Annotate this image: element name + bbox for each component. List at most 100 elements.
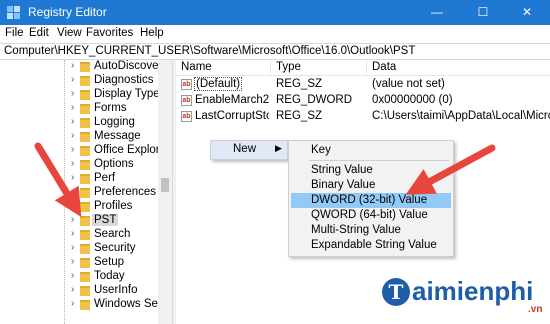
folder-icon: [80, 244, 90, 254]
expand-chevron-icon[interactable]: ›: [71, 172, 74, 183]
tree-item[interactable]: › Display Types: [0, 88, 165, 102]
expand-chevron-icon[interactable]: ›: [71, 88, 74, 99]
value-type: REG_SZ: [276, 78, 323, 90]
submenu-item[interactable]: Expandable String Value: [291, 238, 451, 253]
folder-icon: [80, 104, 90, 114]
context-menu: New ▶: [210, 140, 288, 160]
close-button[interactable]: ✕: [504, 0, 550, 25]
value-row[interactable]: abLastCorruptStore REG_SZ C:\Users\taimi\A…: [176, 109, 550, 125]
tree-item-label: Perf: [94, 172, 116, 184]
tree-item[interactable]: › Perf: [0, 172, 160, 186]
submenu-arrow-icon: ▶: [275, 143, 282, 153]
tree-item[interactable]: › PST: [0, 214, 160, 228]
folder-icon: [80, 188, 90, 198]
folder-icon: [80, 258, 90, 268]
title-bar: Registry Editor — ☐ ✕: [0, 0, 550, 25]
folder-icon: [80, 118, 90, 128]
column-name[interactable]: Name: [181, 61, 212, 73]
submenu-item[interactable]: Multi-String Value: [291, 223, 451, 238]
tree-item-label: Message: [94, 130, 141, 142]
tree-item[interactable]: › Setup: [0, 256, 160, 270]
list-header: Name Type Data: [176, 60, 550, 76]
watermark-text: aimienphi: [412, 276, 534, 306]
registry-editor-icon: [7, 6, 20, 19]
expand-chevron-icon[interactable]: ›: [71, 144, 74, 155]
expand-chevron-icon[interactable]: ›: [71, 298, 74, 309]
submenu-item[interactable]: QWORD (64-bit) Value: [291, 208, 451, 223]
string-value-icon: ab: [181, 95, 192, 106]
value-name[interactable]: (Default): [193, 77, 243, 91]
tree-item[interactable]: › Message: [0, 130, 160, 144]
tree-item[interactable]: › UserInfo: [0, 284, 160, 298]
submenu-item[interactable]: String Value: [291, 163, 451, 178]
submenu-item[interactable]: Key: [291, 143, 451, 158]
menu-view[interactable]: View: [57, 27, 82, 39]
value-name[interactable]: LastCorruptStore: [195, 110, 269, 122]
folder-icon: [80, 62, 90, 72]
tree-item[interactable]: › Profiles: [0, 200, 160, 214]
expand-chevron-icon[interactable]: ›: [71, 214, 74, 225]
expand-chevron-icon[interactable]: ›: [71, 256, 74, 267]
tree-item[interactable]: › Security: [0, 242, 160, 256]
tree-item[interactable]: › Office Explorer: [0, 144, 170, 158]
menu-item-new[interactable]: New ▶: [211, 141, 287, 159]
tree-item[interactable]: › Search: [0, 228, 160, 242]
expand-chevron-icon[interactable]: ›: [71, 60, 74, 71]
menu-bar: File Edit View Favorites Help: [0, 25, 550, 43]
expand-chevron-icon[interactable]: ›: [71, 270, 74, 281]
folder-icon: [80, 272, 90, 282]
submenu-item[interactable]: Binary Value: [291, 178, 451, 193]
tree-item-label: Search: [94, 228, 131, 240]
address-path[interactable]: Computer\HKEY_CURRENT_USER\Software\Micr…: [4, 45, 415, 57]
column-data[interactable]: Data: [372, 61, 396, 73]
value-row[interactable]: abEnableMarch201... REG_DWORD 0x00000000 (…: [176, 93, 550, 109]
tree-item[interactable]: › Windows Searc: [0, 298, 172, 312]
tree-scrollbar[interactable]: [158, 60, 172, 324]
tree-item-label: Today: [94, 270, 125, 282]
expand-chevron-icon[interactable]: ›: [71, 228, 74, 239]
value-data: C:\Users\taimi\AppData\Local\Microsoft\: [372, 110, 550, 122]
expand-chevron-icon[interactable]: ›: [71, 102, 74, 113]
menu-file[interactable]: File: [5, 27, 24, 39]
tree-item[interactable]: › Today: [0, 270, 160, 284]
tree-item[interactable]: › Preferences: [0, 186, 160, 200]
column-divider[interactable]: [270, 60, 271, 76]
key-tree[interactable]: › AutoDiscover › Diagnostics › Display Types ›…: [0, 60, 172, 324]
expand-chevron-icon[interactable]: ›: [71, 242, 74, 253]
value-type: REG_DWORD: [276, 94, 353, 106]
tree-item-label: Setup: [94, 256, 125, 268]
column-type[interactable]: Type: [276, 61, 301, 73]
address-bar[interactable]: Computer\HKEY_CURRENT_USER\Software\Micr…: [0, 43, 550, 60]
tree-scrollbar-thumb[interactable]: [161, 178, 169, 192]
expand-chevron-icon[interactable]: ›: [71, 284, 74, 295]
expand-chevron-icon[interactable]: ›: [71, 116, 74, 127]
maximize-button[interactable]: ☐: [460, 0, 506, 25]
tree-item[interactable]: › Forms: [0, 102, 160, 116]
tree-item-label: UserInfo: [94, 284, 138, 296]
menu-edit[interactable]: Edit: [29, 27, 49, 39]
value-name[interactable]: EnableMarch201...: [195, 94, 269, 106]
menu-help[interactable]: Help: [140, 27, 164, 39]
tree-item[interactable]: › AutoDiscover: [0, 60, 162, 74]
tree-item[interactable]: › Diagnostics: [0, 74, 160, 88]
submenu-item[interactable]: DWORD (32-bit) Value: [291, 193, 451, 208]
submenu-item-label: String Value: [311, 164, 373, 176]
column-divider[interactable]: [366, 60, 367, 76]
menu-favorites[interactable]: Favorites: [86, 27, 133, 39]
expand-chevron-icon[interactable]: ›: [71, 200, 74, 211]
tree-item-label: Preferences: [94, 186, 157, 198]
expand-chevron-icon[interactable]: ›: [71, 158, 74, 169]
expand-chevron-icon[interactable]: ›: [71, 130, 74, 141]
watermark-logo: T aimienphi .vn: [380, 272, 550, 324]
string-value-icon: ab: [181, 111, 192, 122]
expand-chevron-icon[interactable]: ›: [71, 74, 74, 85]
taimienphi-logo-icon: T: [382, 278, 410, 306]
tree-item-label: PST: [92, 214, 119, 226]
expand-chevron-icon[interactable]: ›: [71, 186, 74, 197]
value-row[interactable]: ab (Default) REG_SZ (value not set): [176, 77, 550, 93]
minimize-button[interactable]: —: [414, 0, 460, 25]
tree-item-label: Display Types: [94, 88, 166, 100]
folder-icon: [80, 76, 90, 86]
tree-item[interactable]: › Options: [0, 158, 160, 172]
tree-item[interactable]: › Logging: [0, 116, 160, 130]
